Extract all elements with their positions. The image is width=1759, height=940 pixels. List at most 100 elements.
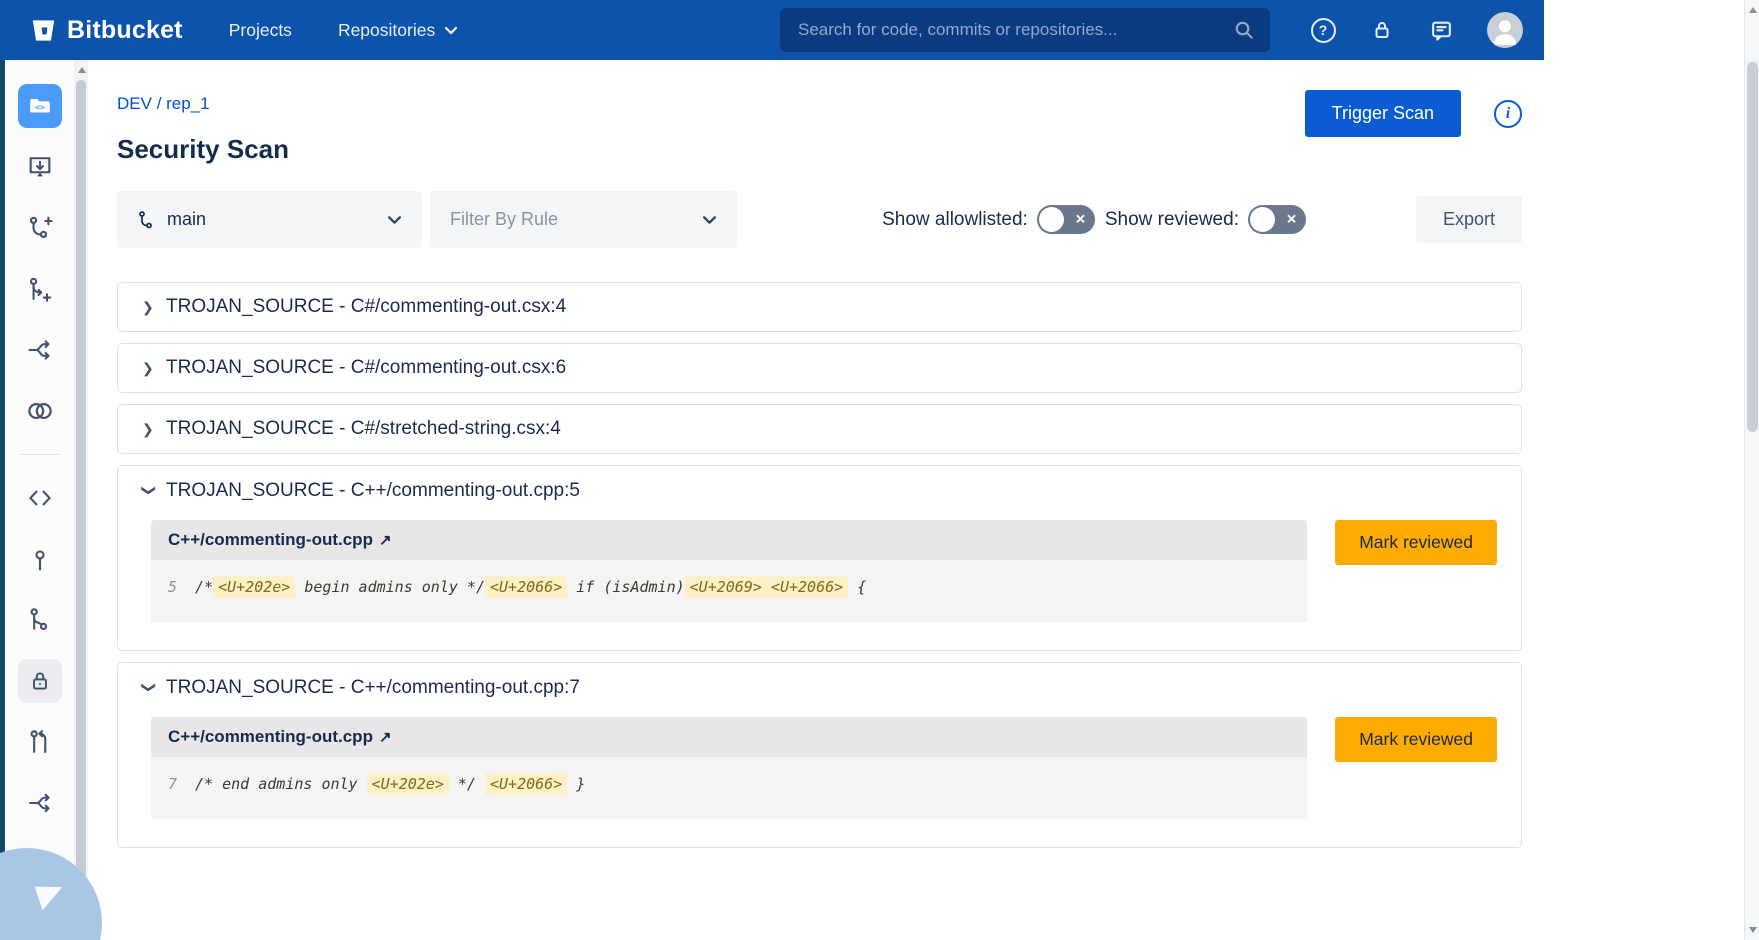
code-segment: /* end admins only [195,775,367,793]
unicode-token-highlight: <U+2066> [485,773,567,795]
code-snippet-panel: C++/commenting-out.cpp ↗ 7 /* end admins … [151,717,1307,819]
export-button[interactable]: Export [1416,196,1522,243]
paper-plane-icon [35,879,67,911]
sidebar-item-forks[interactable] [18,781,62,825]
page-actions: Trigger Scan i [1305,90,1522,137]
finding-title: TROJAN_SOURCE - C#/stretched-string.csx:… [166,418,561,440]
svg-text:<>: <> [35,102,45,112]
repository-sidebar: <> [5,60,74,940]
external-link-icon[interactable]: ↗ [379,729,392,746]
pull-request-icon [26,728,54,756]
file-link[interactable]: C++/commenting-out.cpp [168,530,373,549]
sidebar-divider [20,454,60,455]
folder-code-icon: <> [27,93,53,119]
compare-circles-icon [25,396,55,426]
chevron-down-icon: ❯ [141,681,158,695]
finding-detail: C++/commenting-out.cpp ↗ 7 /* end admins … [118,713,1521,847]
mark-reviewed-button[interactable]: Mark reviewed [1335,520,1497,565]
finding-row-expanded: ❯ TROJAN_SOURCE - C++/commenting-out.cpp… [117,662,1522,848]
user-avatar[interactable] [1487,12,1523,48]
code-line: 5 /*<U+202e> begin admins only */<U+2066… [168,576,1290,598]
sidebar-item-compare[interactable] [18,389,62,433]
breadcrumb-repo-link[interactable]: rep_1 [166,94,209,113]
create-pull-request-icon [26,275,54,303]
toggle-off-icon: ✕ [1075,211,1086,227]
finding-title: TROJAN_SOURCE - C++/commenting-out.cpp:7 [166,677,580,699]
search-icon[interactable] [1233,19,1256,42]
sidebar-item-clone[interactable] [18,145,62,189]
sidebar-scrollbar[interactable] [74,60,88,940]
bitbucket-mark-icon [30,17,57,44]
finding-row: ❯ TROJAN_SOURCE - C#/stretched-string.cs… [117,404,1522,454]
top-nav: Projects Repositories [229,20,459,41]
mark-reviewed-button[interactable]: Mark reviewed [1335,717,1497,762]
top-navigation-bar: Bitbucket Projects Repositories ? [0,0,1544,60]
nav-projects[interactable]: Projects [229,20,292,41]
rule-filter-placeholder: Filter By Rule [450,209,558,230]
rule-filter-selector[interactable]: Filter By Rule [430,191,737,248]
finding-header[interactable]: ❯ TROJAN_SOURCE - C++/commenting-out.cpp… [118,466,1521,516]
line-number: 7 [168,775,177,793]
file-header: C++/commenting-out.cpp ↗ [151,520,1307,560]
sidebar-item-create-fork[interactable] [18,328,62,372]
sidebar-item-create-branch[interactable] [18,206,62,250]
code-segment: { [848,578,866,596]
code-line: 7 /* end admins only <U+202e> */ <U+2066… [168,773,1290,795]
page-scrollbar[interactable] [1744,0,1759,940]
finding-header[interactable]: ❯ TROJAN_SOURCE - C#/stretched-string.cs… [118,405,1521,453]
sidebar-scroll-up-arrow[interactable] [74,62,89,78]
trigger-scan-button[interactable]: Trigger Scan [1305,90,1461,137]
scrollbar-thumb[interactable] [1747,62,1758,432]
sidebar-item-security-scan[interactable] [18,659,62,703]
feedback-note-icon [1429,18,1454,43]
external-link-icon[interactable]: ↗ [379,532,392,549]
show-allowlisted-label: Show allowlisted: [882,209,1028,231]
global-search[interactable] [780,8,1270,52]
page-title: Security Scan [117,134,1522,165]
code-segment: /* [195,578,213,596]
scroll-up-arrow[interactable] [1745,2,1759,18]
finding-row: ❯ TROJAN_SOURCE - C#/commenting-out.csx:… [117,343,1522,393]
sidebar-item-commits[interactable] [18,537,62,581]
sidebar-item-pull-requests[interactable] [18,720,62,764]
finding-row-expanded: ❯ TROJAN_SOURCE - C++/commenting-out.cpp… [117,465,1522,651]
code-area: 7 /* end admins only <U+202e> */ <U+2066… [151,757,1307,819]
show-reviewed-toggle[interactable]: ✕ [1248,205,1306,234]
lock-icon [1370,18,1394,42]
security-lock-button[interactable] [1369,17,1395,43]
sidebar-scrollbar-thumb[interactable] [76,80,86,880]
chevron-down-icon: ❯ [141,484,158,498]
feedback-button[interactable] [1428,17,1454,43]
bitbucket-logo[interactable]: Bitbucket [30,16,183,45]
finding-header[interactable]: ❯ TROJAN_SOURCE - C#/commenting-out.csx:… [118,283,1521,331]
nav-repositories[interactable]: Repositories [338,20,458,41]
finding-header[interactable]: ❯ TROJAN_SOURCE - C++/commenting-out.cpp… [118,663,1521,713]
security-scan-page: DEV / rep_1 Trigger Scan i Security Scan… [88,60,1544,940]
file-link[interactable]: C++/commenting-out.cpp [168,727,373,746]
branch-selector[interactable]: main [117,191,422,248]
code-segment: if (isAdmin) [567,578,684,596]
scroll-down-arrow[interactable] [1745,922,1759,938]
brand-name: Bitbucket [67,16,183,45]
finding-title: TROJAN_SOURCE - C++/commenting-out.cpp:5 [166,480,580,502]
sidebar-item-create-pull-request[interactable] [18,267,62,311]
help-button[interactable]: ? [1310,17,1336,43]
search-input[interactable] [798,20,1233,40]
sidebar-item-repository-source[interactable]: <> [18,84,62,128]
chevron-right-icon: ❯ [142,421,156,438]
chevron-down-icon [702,215,717,225]
toggle-off-icon: ✕ [1286,211,1297,227]
chevron-down-icon [387,215,402,225]
create-branch-icon [26,214,54,242]
sidebar-item-branches[interactable] [18,598,62,642]
bitbucket-app: Bitbucket Projects Repositories ? [0,0,1759,940]
finding-detail: C++/commenting-out.cpp ↗ 5 /*<U+202e> beg… [118,516,1521,650]
breadcrumb-project-link[interactable]: DEV [117,94,152,113]
findings-list: ❯ TROJAN_SOURCE - C#/commenting-out.csx:… [117,282,1522,848]
info-icon[interactable]: i [1494,100,1522,128]
show-allowlisted-toggle[interactable]: ✕ [1037,205,1095,234]
finding-header[interactable]: ❯ TROJAN_SOURCE - C#/commenting-out.csx:… [118,344,1521,392]
sidebar-item-source-code[interactable] [18,476,62,520]
code-segment: begin admins only */ [295,578,485,596]
person-icon [1487,12,1523,48]
